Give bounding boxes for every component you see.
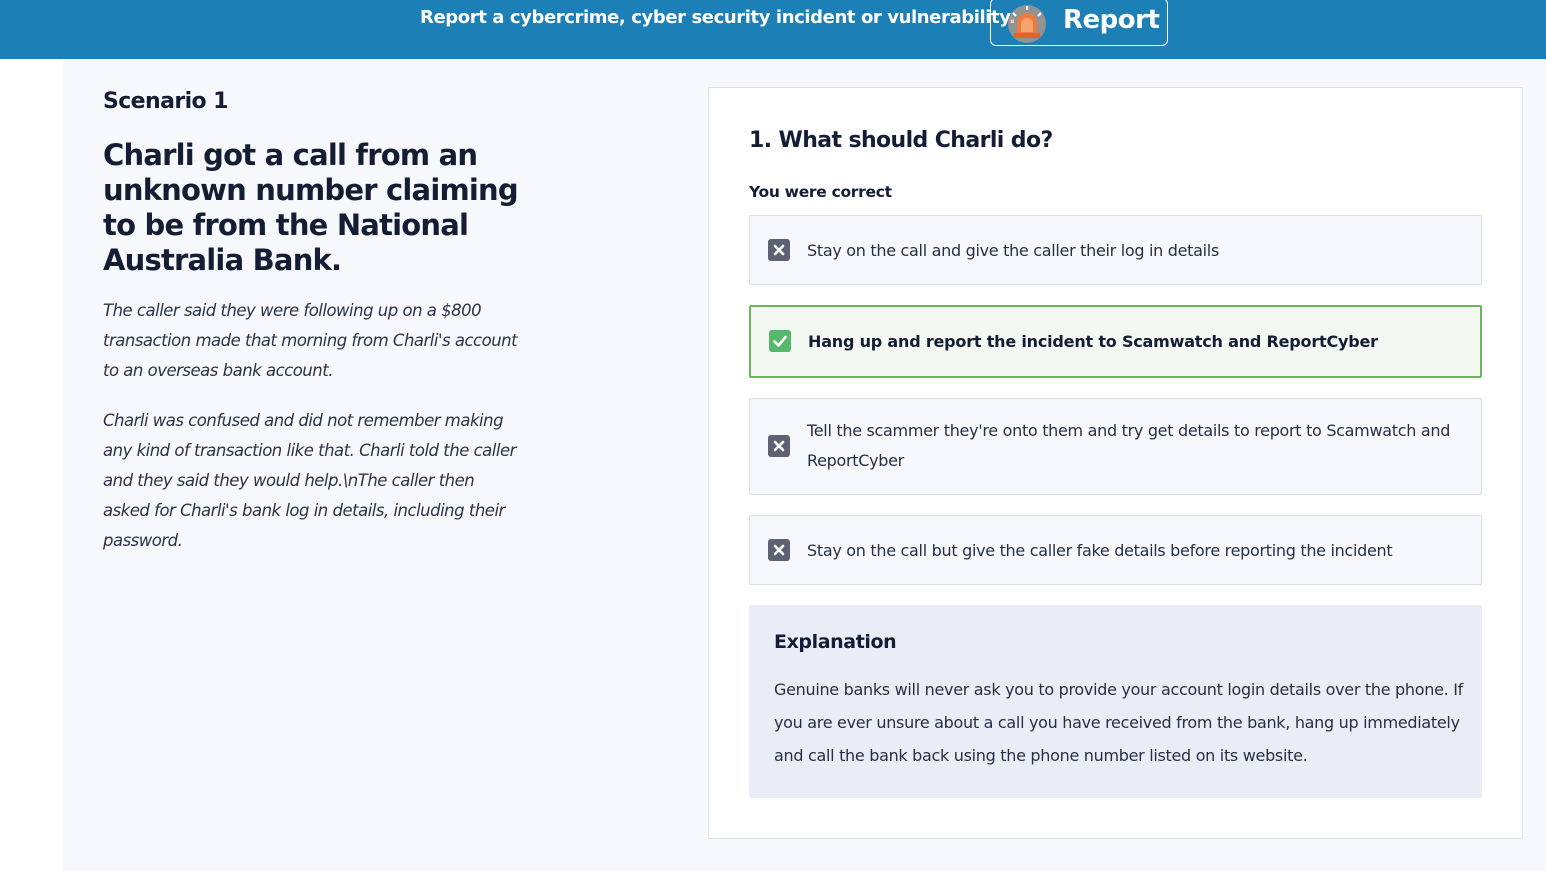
answer-option[interactable]: Stay on the call and give the caller the… (749, 215, 1482, 285)
answer-option-correct[interactable]: Hang up and report the incident to Scamw… (749, 305, 1482, 378)
report-banner: Report a cybercrime, cyber security inci… (0, 0, 1546, 59)
question-title: 1. What should Charli do? (749, 128, 1053, 153)
result-message: You were correct (749, 183, 892, 201)
answer-option-text: Tell the scammer they're onto them and t… (807, 421, 1451, 470)
scenario-title: Charli got a call from an unknown number… (103, 138, 519, 277)
answer-option[interactable]: Tell the scammer they're onto them and t… (749, 398, 1482, 495)
x-icon (768, 435, 790, 457)
answer-option-text: Stay on the call but give the caller fak… (807, 541, 1393, 560)
x-icon (768, 539, 790, 561)
answer-option-text: Stay on the call and give the caller the… (807, 241, 1219, 260)
explanation-box: Explanation Genuine banks will never ask… (749, 605, 1482, 798)
explanation-title: Explanation (774, 631, 897, 653)
answer-option-text: Hang up and report the incident to Scamw… (808, 332, 1378, 351)
scenario-label: Scenario 1 (103, 89, 228, 114)
report-button[interactable]: Report (990, 0, 1168, 46)
siren-icon (1007, 4, 1047, 44)
banner-text: Report a cybercrime, cyber security inci… (420, 7, 1016, 28)
x-icon (768, 239, 790, 261)
report-button-label: Report (1063, 5, 1160, 35)
answer-option[interactable]: Stay on the call but give the caller fak… (749, 515, 1482, 585)
scenario-paragraph: The caller said they were following up o… (103, 301, 518, 380)
scenario-paragraph: Charli was confused and did not remember… (103, 411, 516, 550)
check-icon (769, 330, 791, 352)
explanation-body: Genuine banks will never ask you to prov… (774, 680, 1463, 765)
